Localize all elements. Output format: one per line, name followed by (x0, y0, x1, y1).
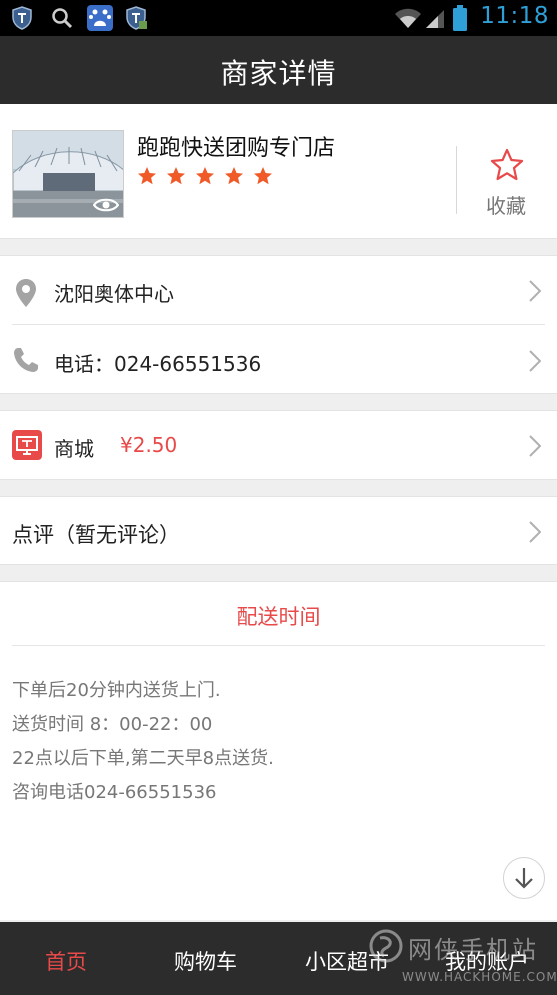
delivery-line: 送货时间 8：00-22：00 (12, 714, 213, 735)
mall-card: 商城 ¥2.50 (0, 410, 557, 480)
arrow-down-icon (515, 868, 533, 889)
view-eye-icon (93, 198, 119, 212)
chevron-right-icon (529, 350, 541, 372)
review-card: 点评（暂无评论） (0, 496, 557, 565)
store-image[interactable] (12, 130, 124, 218)
chevron-right-icon (529, 280, 541, 302)
wifi-icon (395, 8, 421, 28)
star-icon (196, 167, 214, 185)
chevron-right-icon (529, 521, 541, 543)
phone-label: 电话：024-66551536 (54, 352, 262, 376)
location-pin-icon (16, 279, 36, 307)
delivery-line: 下单后20分钟内送货上门. (12, 680, 221, 701)
watermark: 网侠手机站 WWW.HACKHOME.COM (368, 926, 557, 992)
store-name: 跑跑快送团购专门店 (137, 136, 336, 161)
delivery-line: 22点以后下单,第二天早8点送货. (12, 748, 274, 769)
location-label: 沈阳奥体中心 (54, 282, 174, 306)
scroll-down-button[interactable] (503, 857, 545, 899)
watermark-cn: 网侠手机站 (408, 936, 538, 964)
watermark-en: WWW.HACKHOME.COM (402, 970, 557, 984)
favorite-star-icon[interactable] (489, 147, 525, 183)
app-header: 商家详情 (0, 36, 557, 104)
battery-icon (453, 5, 467, 31)
mall-row[interactable]: 商城 ¥2.50 (0, 411, 557, 479)
baidu-icon (87, 5, 113, 31)
search-icon (52, 8, 73, 29)
signal-icon (426, 10, 444, 28)
delivery-title: 配送时间 (236, 605, 321, 629)
phone-icon (14, 348, 38, 372)
status-bar: 11:18 (0, 0, 557, 36)
divider (456, 146, 457, 214)
star-icon (225, 167, 243, 185)
divider (12, 645, 545, 646)
watermark-logo-icon (369, 929, 403, 963)
page-title: 商家详情 (220, 57, 337, 90)
mall-icon (12, 430, 42, 460)
nav-cart[interactable]: 购物车 (174, 946, 237, 976)
star-icon (167, 167, 185, 185)
phone-row[interactable]: 电话：024-66551536 (0, 326, 557, 394)
mall-label: 商城 (54, 437, 94, 461)
review-row[interactable]: 点评（暂无评论） (0, 497, 557, 565)
contact-card: 沈阳奥体中心 电话：024-66551536 (0, 255, 557, 394)
location-row[interactable]: 沈阳奥体中心 (0, 256, 557, 324)
shield-icon (12, 6, 32, 30)
nav-home[interactable]: 首页 (45, 946, 87, 976)
mall-price: ¥2.50 (120, 433, 178, 457)
shield-app-icon (126, 6, 147, 30)
delivery-line: 咨询电话024-66551536 (12, 782, 217, 803)
divider (12, 324, 545, 325)
clock: 11:18 (480, 3, 549, 29)
chevron-right-icon (529, 435, 541, 457)
star-icon (254, 167, 272, 185)
favorite-label[interactable]: 收藏 (486, 190, 526, 219)
delivery-card: 配送时间 下单后20分钟内送货上门. 送货时间 8：00-22：00 22点以后… (0, 581, 557, 920)
star-icon (138, 167, 156, 185)
review-label: 点评（暂无评论） (12, 523, 180, 547)
store-card: 跑跑快送团购专门店 收藏 (0, 104, 557, 239)
